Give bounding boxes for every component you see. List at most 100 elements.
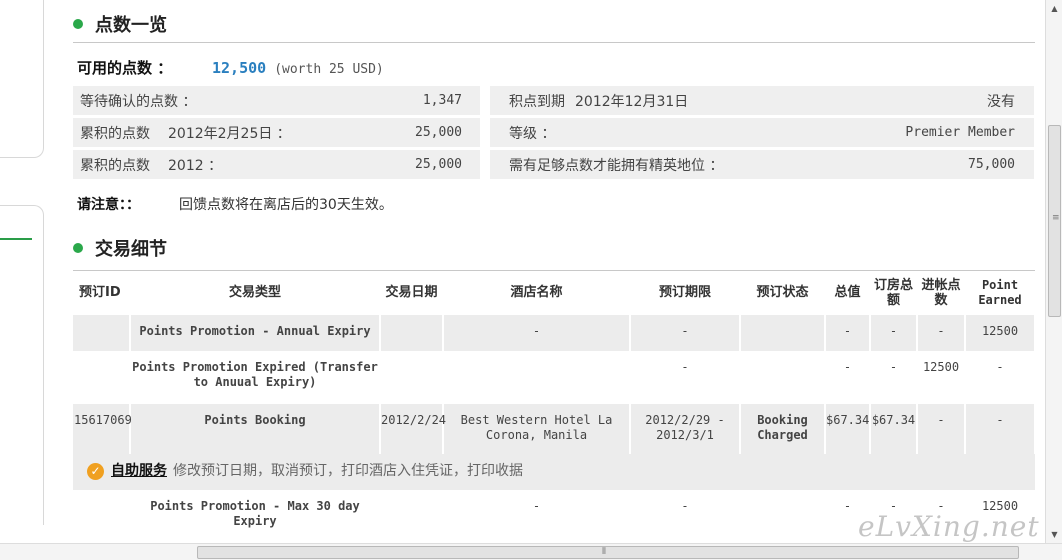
- cell-status: [740, 314, 826, 351]
- sidebar-panel-bottom: [0, 205, 44, 525]
- expiry-value: 没有: [987, 93, 1015, 110]
- transactions-table: 预订ID 交易类型 交易日期 酒店名称 预订期限 预订状态 总值 订房总额 进帐…: [73, 270, 1036, 538]
- accum-year-value: 25,000: [415, 157, 462, 172]
- cell-date: [380, 314, 444, 351]
- points-section-title: 点数一览: [95, 15, 167, 36]
- note-row: 请注意：： 回馈点数将在离店后的30天生效。: [77, 194, 393, 214]
- cell-posted: -: [917, 403, 966, 454]
- expiry-date: 2012年12月31日: [575, 93, 689, 110]
- col-header-date: 交易日期: [380, 270, 443, 315]
- tx-section-title: 交易细节: [95, 239, 167, 260]
- elite-value: 75,000: [968, 157, 1015, 172]
- cell-type: Points Booking: [130, 403, 381, 454]
- self-service-cell: ✓ 自助服务 修改预订日期，取消预订，打印酒店入住凭证，打印收据: [73, 453, 1035, 490]
- cell-hotel: -: [443, 314, 631, 351]
- pending-points-value: 1,347: [422, 93, 462, 108]
- vertical-scroll-thumb[interactable]: ≡: [1048, 125, 1061, 317]
- available-points-label: 可用的点数 ：: [77, 59, 173, 77]
- col-header-id: 预订ID: [73, 270, 130, 315]
- grip-icon: ⦀: [602, 547, 606, 557]
- cell-hotel: -: [443, 489, 631, 538]
- table-row: 15617069 Points Booking 2012/2/24 Best W…: [73, 403, 1036, 454]
- expiry-row: 积点到期 2012年12月31日 没有: [490, 86, 1034, 115]
- self-service-desc: 修改预订日期，取消预订，打印酒店入住凭证，打印收据: [173, 463, 523, 479]
- elite-row: 需有足够点数才能拥有精英地位 ： 75,000: [490, 150, 1034, 179]
- cell-posted: -: [917, 314, 966, 351]
- cell-earned: -: [965, 403, 1036, 454]
- available-points-row: 可用的点数 ： 12,500 (worth 25 USD): [77, 57, 384, 78]
- cell-type: Points Promotion - Annual Expiry: [130, 314, 381, 351]
- table-row: Points Promotion - Annual Expiry - - - -…: [73, 314, 1036, 351]
- section-bullet-icon: [73, 243, 83, 253]
- col-header-room-total: 订房总额: [870, 270, 917, 315]
- cell-earned: 12500: [965, 314, 1036, 351]
- cell-status: Booking Charged: [740, 403, 826, 454]
- section-divider: [73, 42, 1035, 43]
- col-header-status: 预订状态: [740, 270, 825, 315]
- scroll-down-arrow-icon[interactable]: ▼: [1046, 526, 1062, 543]
- col-header-type: 交易类型: [130, 270, 380, 315]
- watermark-logo: eLvXing.net: [858, 510, 1040, 543]
- left-rail: [0, 0, 46, 545]
- accum-date: 2012年2月25日 ：: [168, 125, 291, 142]
- self-service-row: ✓ 自助服务 修改预订日期，取消预订，打印酒店入住凭证，打印收据: [73, 453, 1035, 490]
- cell-room-total: $67.34: [870, 403, 918, 454]
- cell-date: [380, 489, 444, 538]
- check-circle-icon: ✓: [87, 463, 104, 480]
- scroll-up-arrow-icon[interactable]: ▲: [1046, 0, 1062, 17]
- cell-id: [73, 314, 131, 351]
- accum-year-label: 累积的点数: [80, 157, 150, 174]
- horizontal-scrollbar[interactable]: ⦀: [0, 543, 1062, 560]
- cell-posted: 12500: [917, 350, 966, 404]
- accum-date-row: 累积的点数 2012年2月25日 ： 25,000: [73, 118, 480, 147]
- cell-stay: 2012/2/29 - 2012/3/1: [630, 403, 741, 454]
- tx-section-header: 交易细节: [73, 235, 167, 261]
- available-points-worth: (worth 25 USD): [274, 62, 384, 77]
- col-header-total: 总值: [825, 270, 870, 315]
- cell-stay: -: [630, 489, 741, 538]
- col-header-hotel: 酒店名称: [443, 270, 630, 315]
- cell-date: [380, 350, 444, 404]
- points-section-header: 点数一览: [73, 11, 167, 37]
- cell-id: 15617069: [73, 403, 132, 454]
- cell-status: [740, 350, 826, 404]
- cell-room-total: -: [870, 350, 918, 404]
- grip-icon: ≡: [1052, 213, 1060, 223]
- note-label: 请注意：：: [77, 197, 140, 213]
- accum-date-label: 累积的点数: [80, 125, 150, 142]
- tier-value: Premier Member: [905, 125, 1015, 140]
- col-header-posted: 进帐点数: [917, 270, 965, 315]
- sidebar-active-indicator: [0, 238, 32, 240]
- col-header-earned: Point Earned: [965, 270, 1035, 315]
- horizontal-scroll-thumb[interactable]: ⦀: [197, 546, 1019, 559]
- col-header-stay: 预订期限: [630, 270, 740, 315]
- cell-total: -: [825, 350, 871, 404]
- table-header-row: 预订ID 交易类型 交易日期 酒店名称 预订期限 预订状态 总值 订房总额 进帐…: [73, 270, 1035, 315]
- tier-label: 等级 ：: [509, 125, 556, 142]
- note-text: 回馈点数将在离店后的30天生效。: [179, 197, 393, 213]
- accum-year: 2012 ：: [168, 157, 223, 174]
- pending-points-label: 等待确认的点数 ：: [80, 93, 197, 110]
- pending-points-row: 等待确认的点数 ： 1,347: [73, 86, 480, 115]
- elite-label: 需有足够点数才能拥有精英地位 ：: [509, 157, 724, 174]
- expiry-label: 积点到期: [509, 93, 565, 110]
- cell-type: Points Promotion Expired (Transfer to An…: [130, 350, 381, 404]
- table-row: Points Promotion Expired (Transfer to An…: [73, 350, 1036, 404]
- cell-id: [73, 350, 131, 404]
- cell-id: [73, 489, 131, 538]
- cell-stay: -: [630, 350, 741, 404]
- section-bullet-icon: [73, 19, 83, 29]
- cell-type: Points Promotion - Max 30 day Expiry: [130, 489, 381, 538]
- cell-date: 2012/2/24: [380, 403, 446, 454]
- vertical-scrollbar[interactable]: ▲ ≡ ▼: [1045, 0, 1062, 543]
- cell-hotel: Best Western Hotel La Corona, Manila: [443, 403, 631, 454]
- cell-earned: -: [965, 350, 1036, 404]
- cell-room-total: -: [870, 314, 918, 351]
- available-points-value: 12,500: [212, 59, 267, 77]
- tier-row: 等级 ： Premier Member: [490, 118, 1034, 147]
- sidebar-panel-top: [0, 0, 44, 158]
- cell-hotel: [443, 350, 631, 404]
- cell-total: -: [825, 314, 871, 351]
- cell-status: [740, 489, 826, 538]
- self-service-link[interactable]: 自助服务: [111, 464, 167, 479]
